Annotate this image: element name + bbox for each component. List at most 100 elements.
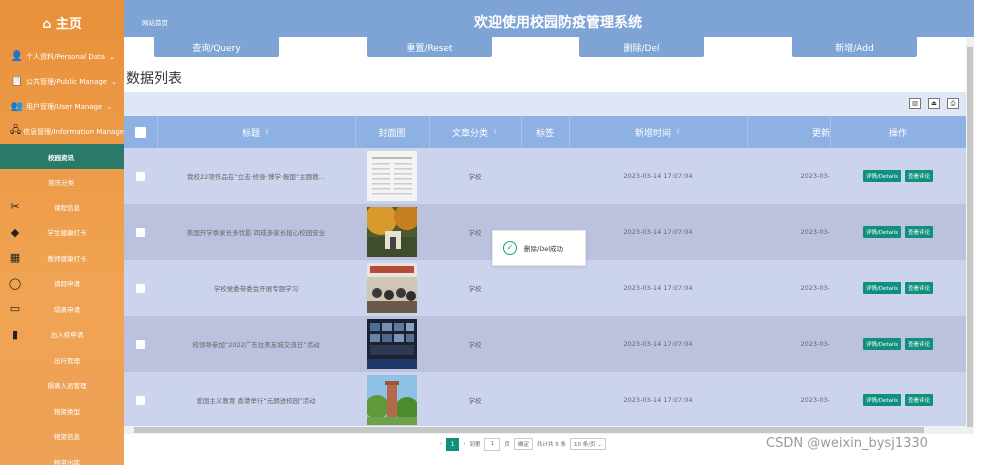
sidebar-item-label: 学生健康打卡 <box>47 229 87 238</box>
sidebar-item-campus-access[interactable]: ▮ 出入校申请 <box>0 322 124 348</box>
column-header-updated: 更新 <box>747 116 831 148</box>
cover-image[interactable] <box>367 151 417 201</box>
sidebar-item-label: 物资信息 <box>54 433 80 442</box>
site-home-link[interactable]: 网站首页 <box>142 17 168 27</box>
circle-icon: ◯ <box>8 276 22 290</box>
horizontal-scrollbar[interactable] <box>124 426 966 434</box>
scrollbar-thumb[interactable] <box>967 47 973 427</box>
row-created-time: 2023-03-14 17:07:04 <box>623 228 693 236</box>
sidebar-item-label: 用户管理/User Manage <box>26 102 103 111</box>
table-row: 校领导参加“2022广东拉美友城交流日”活动 学校 2023-03-14 17:… <box>124 316 966 372</box>
column-header-title[interactable]: 标题 ⇕ <box>157 116 356 148</box>
row-tag <box>521 372 569 426</box>
sidebar-subitem-campus-news[interactable]: 校园资讯 <box>0 144 124 169</box>
sidebar-item-isolation-request[interactable]: ▭ 隔离申请 <box>0 296 124 322</box>
details-button[interactable]: 详情/Details <box>863 170 901 182</box>
sidebar-item-label: 出入校申请 <box>50 331 84 340</box>
sidebar-item-isolated-persons[interactable]: 隔离人员管理 <box>0 373 124 399</box>
sidebar-item-user-manage[interactable]: 👥 用户管理/User Manage ⌄ <box>0 94 124 119</box>
users-icon: 👥 <box>10 101 24 112</box>
sort-icon: ⇕ <box>675 128 681 136</box>
sidebar: ⌂ 主页 👤 个人资料/Personal Data ⌄ 📋 公共管理/Publi… <box>0 0 124 467</box>
sidebar-item-supply-outbound[interactable]: 物资出库 <box>0 449 124 475</box>
view-comments-button[interactable]: 查看评论 <box>904 394 933 406</box>
row-title: 学校党委带委会开展专题学习 <box>213 285 299 293</box>
columns-icon[interactable]: ▥ <box>909 98 921 109</box>
sidebar-item-label: 公共管理/Public Manage <box>26 77 108 86</box>
view-comments-button[interactable]: 查看评论 <box>904 170 933 182</box>
reset-button[interactable]: 重置/Reset <box>367 37 492 57</box>
page-unit-label: 页 <box>504 442 510 448</box>
cover-image[interactable] <box>367 207 417 257</box>
success-toast: ✓ 删除/Del成功 <box>492 230 586 266</box>
row-updated-time: 2023-03- <box>800 228 830 236</box>
export-icon[interactable]: ⏏ <box>928 98 940 109</box>
row-checkbox[interactable] <box>136 171 145 181</box>
sidebar-home[interactable]: ⌂ 主页 <box>0 0 124 44</box>
scissors-icon: ✂ <box>10 200 20 214</box>
user-icon: 👤 <box>10 51 24 62</box>
sidebar-item-label: 出行管理 <box>54 356 80 365</box>
sidebar-item-label: 信息管理/Information Manage <box>23 127 124 136</box>
row-title: 校领导参加“2022广东拉美友城交流日”活动 <box>192 341 320 349</box>
scrollbar-thumb[interactable] <box>134 427 924 433</box>
details-button[interactable]: 详情/Details <box>863 282 901 294</box>
vertical-scrollbar[interactable] <box>966 37 974 434</box>
column-header-tag: 标签 <box>521 116 570 148</box>
view-comments-button[interactable]: 查看评论 <box>904 338 933 350</box>
select-all-checkbox[interactable] <box>135 126 146 138</box>
chevron-down-icon: ⌄ <box>109 52 115 61</box>
column-header-created-time[interactable]: 新增时间 ⇕ <box>569 116 748 148</box>
sidebar-item-teacher-health[interactable]: ▦ 教师健康打卡 <box>0 245 124 271</box>
cover-image[interactable] <box>367 375 417 425</box>
sort-icon: ⇕ <box>264 128 270 136</box>
sidebar-item-supply-info[interactable]: 物资信息 <box>0 424 124 450</box>
row-title: 美国开学季家长多忧影 四成多家长担心校园安全 <box>186 229 326 237</box>
sidebar-item-label: 隔离申请 <box>54 305 80 314</box>
sidebar-item-course-info[interactable]: ✂ 课程信息 <box>0 194 124 220</box>
row-checkbox[interactable] <box>136 339 145 349</box>
page-size-select[interactable]: 10 条/页 ⌄ <box>569 438 606 450</box>
add-button[interactable]: 新增/Add <box>792 37 917 57</box>
column-header-category[interactable]: 文章分类 ⇕ <box>429 116 522 148</box>
row-checkbox[interactable] <box>136 283 145 293</box>
data-table: 标题 ⇕ 封面图 文章分类 ⇕ 标签 新增时间 ⇕ 更新 操作 我校22项作品在“立志… <box>124 116 966 426</box>
next-page-icon[interactable]: › <box>463 441 465 447</box>
sidebar-item-label: 物资类型 <box>54 407 80 416</box>
prev-page-icon[interactable]: ‹ <box>440 441 442 447</box>
row-title: 我校22项作品在“立志·修身·博学·报国”主题教... <box>187 173 325 181</box>
tag-icon: ◆ <box>10 225 20 239</box>
cover-image[interactable] <box>367 263 417 313</box>
sidebar-item-information-manage[interactable]: 🖧 信息管理/Information Manage <box>0 119 124 144</box>
delete-button[interactable]: 删除/Del <box>579 37 704 57</box>
page-input[interactable]: 1 <box>484 437 501 451</box>
row-checkbox[interactable] <box>136 227 145 237</box>
sidebar-item-personal-data[interactable]: 👤 个人资料/Personal Data ⌄ <box>0 44 124 69</box>
sidebar-item-label: 教师健康打卡 <box>47 254 87 263</box>
view-comments-button[interactable]: 查看评论 <box>904 226 933 238</box>
column-header-actions: 操作 <box>888 128 907 139</box>
sidebar-item-public-manage[interactable]: 📋 公共管理/Public Manage ⌄ <box>0 69 124 94</box>
row-updated-time: 2023-03- <box>800 172 830 180</box>
details-button[interactable]: 详情/Details <box>863 394 901 406</box>
sidebar-subitem-news-category[interactable]: 资讯分类 <box>0 169 124 194</box>
sidebar-item-travel-manage[interactable]: 出行管理 <box>0 347 124 373</box>
details-button[interactable]: 详情/Details <box>863 338 901 350</box>
sidebar-item-supply-type[interactable]: 物资类型 <box>0 398 124 424</box>
chevron-down-icon: ⌄ <box>106 102 113 111</box>
sidebar-item-student-health[interactable]: ◆ 学生健康打卡 <box>0 220 124 246</box>
query-button[interactable]: 查询/Query <box>154 37 279 57</box>
check-circle-icon: ✓ <box>503 241 517 255</box>
sidebar-item-label: 请假申请 <box>54 280 80 289</box>
sidebar-item-label: 个人资料/Personal Data <box>26 52 106 61</box>
row-created-time: 2023-03-14 17:07:04 <box>623 396 693 404</box>
page-number-current[interactable]: 1 <box>446 437 460 451</box>
row-checkbox[interactable] <box>136 395 145 405</box>
cover-image[interactable] <box>367 319 417 369</box>
print-icon[interactable]: ⎙ <box>947 98 959 109</box>
view-comments-button[interactable]: 查看评论 <box>904 282 933 294</box>
row-updated-time: 2023-03- <box>800 284 830 292</box>
sidebar-item-leave-request[interactable]: ◯ 请假申请 <box>0 271 124 297</box>
go-button[interactable]: 确定 <box>513 438 533 450</box>
details-button[interactable]: 详情/Details <box>863 226 901 238</box>
